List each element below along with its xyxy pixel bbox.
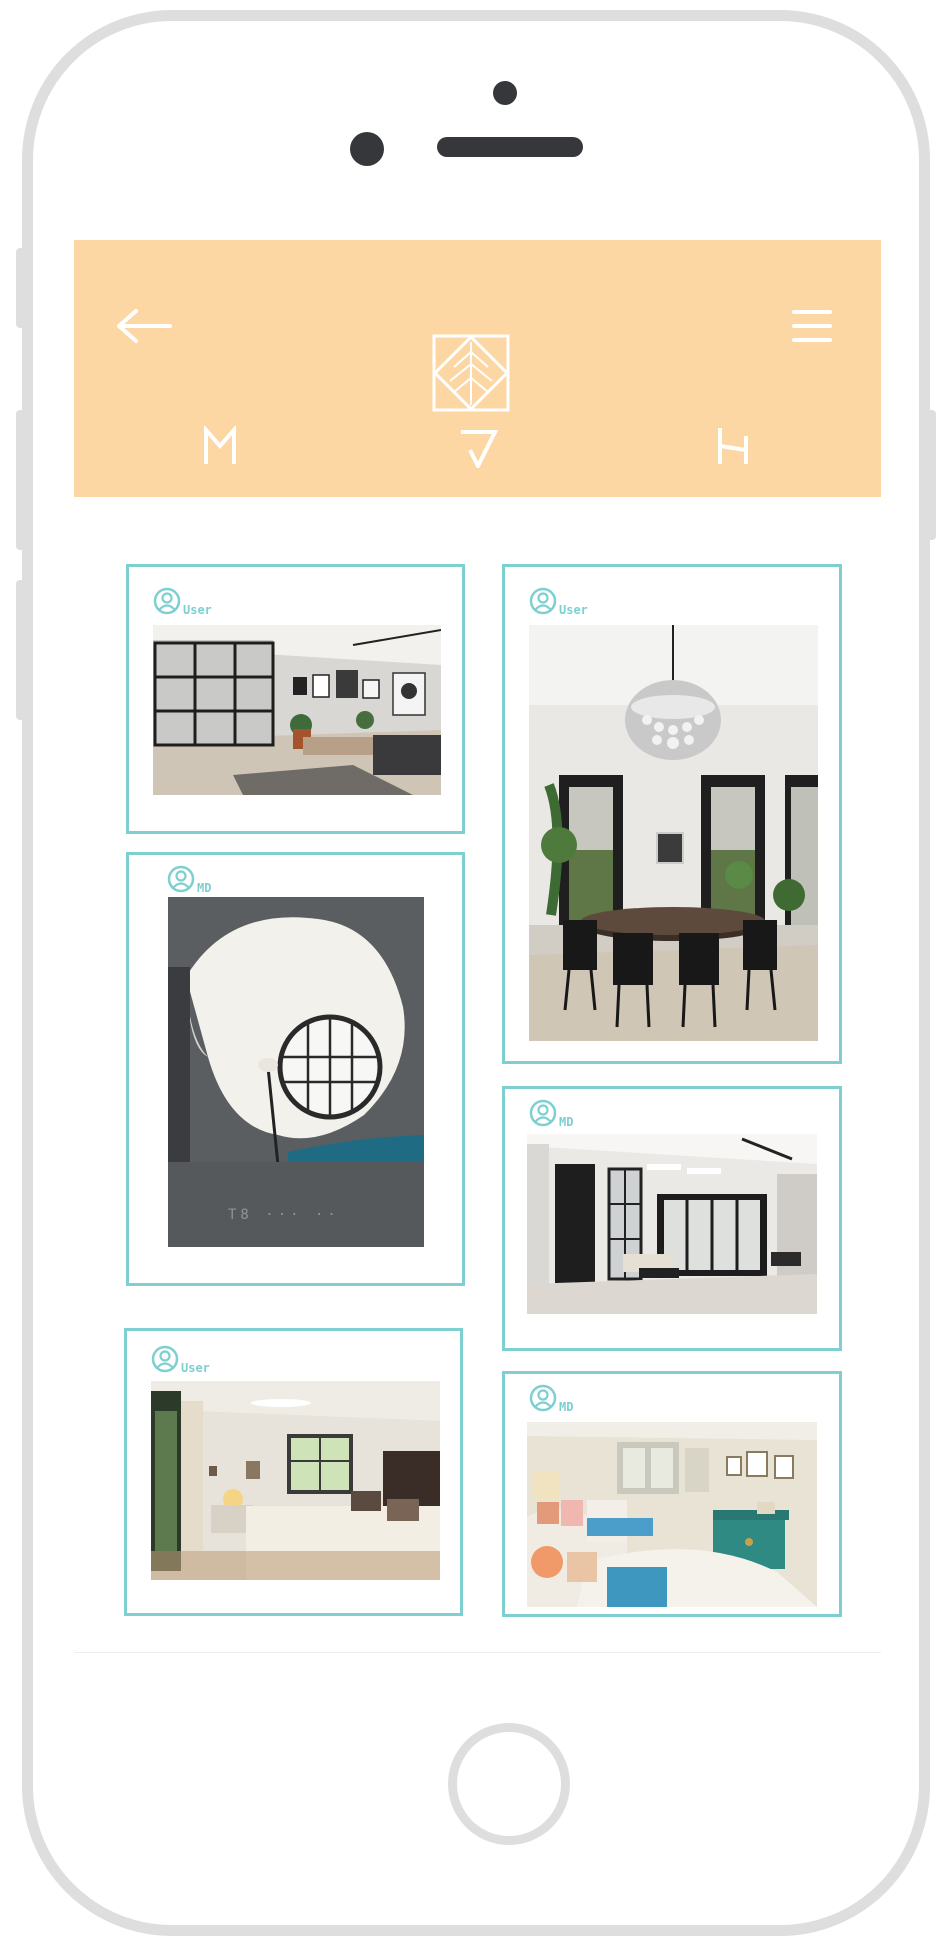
volume-down-button[interactable] [16,580,25,720]
nav-glyph-m-icon[interactable] [202,426,238,466]
interior-photo-dining-room[interactable] [529,625,818,1041]
camera-lens [350,132,384,166]
post-card[interactable]: MD [502,1371,842,1617]
author-label: MD [559,1115,574,1129]
svg-text:T8 ··· ··: T8 ··· ·· [228,1207,340,1223]
app-header [74,240,881,497]
user-avatar-icon [529,1384,557,1412]
user-avatar-icon [167,865,195,893]
interior-photo-living-room[interactable] [153,625,441,795]
nav-glyph-v-icon[interactable] [458,428,498,468]
post-card[interactable]: User [124,1328,463,1616]
interior-photo-modern-lounge[interactable] [527,1134,817,1314]
diamond-leaf-logo-icon [432,334,510,412]
card-author[interactable]: User [529,587,588,617]
front-camera [493,81,517,105]
user-avatar-icon [529,587,557,615]
author-label: User [181,1361,210,1375]
post-card[interactable]: User [126,564,465,834]
hamburger-menu-icon[interactable] [792,309,832,343]
interior-photo-oval-window[interactable]: T8 ··· ·· [168,897,424,1247]
earpiece-speaker [437,137,583,157]
nav-glyph-h-icon[interactable] [714,426,752,466]
volume-up-button[interactable] [16,410,25,550]
author-label: MD [197,881,212,895]
power-button[interactable] [927,410,936,540]
author-label: User [183,603,212,617]
interior-photo-bedroom-dresser[interactable] [527,1422,817,1607]
post-card[interactable]: MD [502,1086,842,1351]
user-avatar-icon [151,1345,179,1373]
mute-switch[interactable] [16,248,25,328]
card-author[interactable]: User [151,1345,210,1375]
author-label: MD [559,1400,574,1414]
arrow-left-icon[interactable] [114,308,172,344]
user-avatar-icon [529,1099,557,1127]
interior-photo-bedroom-fan[interactable] [151,1381,440,1580]
card-author[interactable]: MD [529,1099,574,1129]
author-label: User [559,603,588,617]
post-card[interactable]: User [502,564,842,1064]
app-screen: User MD T8 ··· ·· User User MD MD [74,240,881,1653]
user-avatar-icon [153,587,181,615]
card-author[interactable]: MD [167,865,212,895]
card-author[interactable]: MD [529,1384,574,1414]
post-card[interactable]: MD T8 ··· ·· [126,852,465,1286]
home-button[interactable] [448,1723,570,1845]
card-author[interactable]: User [153,587,212,617]
